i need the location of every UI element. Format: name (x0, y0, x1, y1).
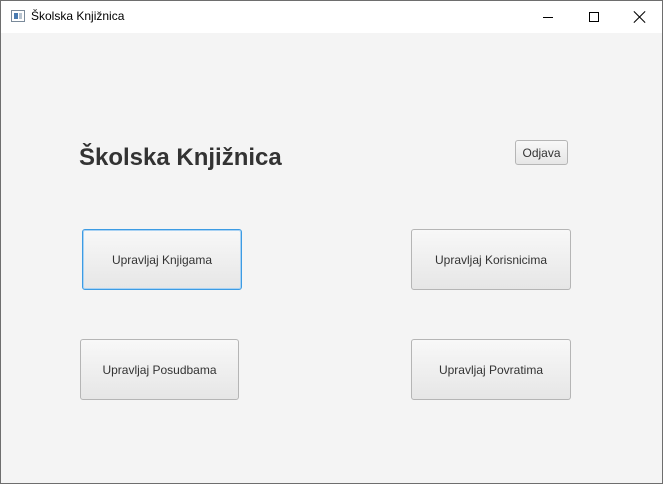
maximize-button[interactable] (571, 1, 617, 33)
manage-books-button[interactable]: Upravljaj Knjigama (82, 229, 242, 290)
main-panel: Školska Knjižnica Odjava Upravljaj Knjig… (1, 33, 662, 483)
manage-returns-button[interactable]: Upravljaj Povratima (411, 339, 571, 400)
close-icon (634, 11, 646, 23)
manage-users-button[interactable]: Upravljaj Korisnicima (411, 229, 571, 290)
close-button[interactable] (617, 1, 663, 33)
app-icon (11, 10, 25, 22)
maximize-icon (589, 12, 599, 22)
minimize-button[interactable] (525, 1, 571, 33)
manage-loans-button[interactable]: Upravljaj Posudbama (80, 339, 239, 400)
title-bar[interactable]: Školska Knjižnica (1, 1, 662, 33)
logout-button[interactable]: Odjava (515, 140, 568, 165)
app-window: Školska Knjižnica Školska Knjižnica Odja… (0, 0, 663, 484)
page-title: Školska Knjižnica (79, 144, 282, 171)
window-title: Školska Knjižnica (31, 9, 125, 23)
minimize-icon (543, 17, 553, 18)
